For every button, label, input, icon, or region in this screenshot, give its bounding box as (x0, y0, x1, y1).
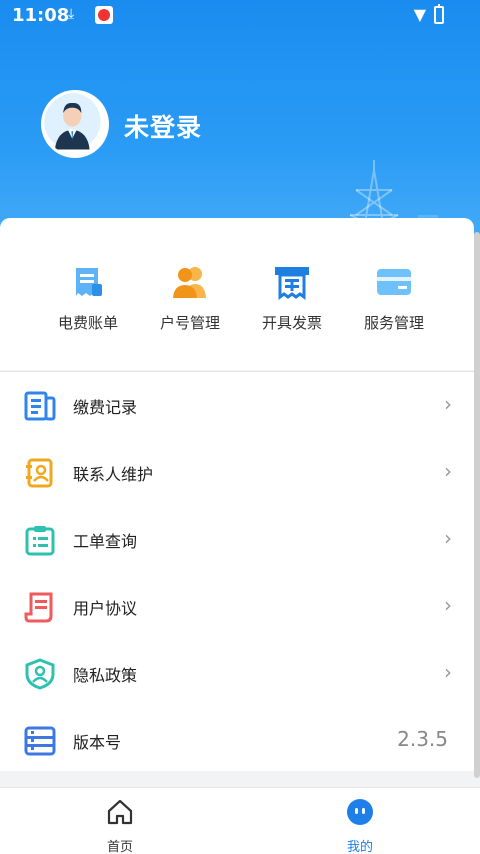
chevron-right-icon: › (444, 593, 452, 617)
bill-icon (76, 268, 102, 296)
invoice-icon (275, 267, 309, 300)
quick-action-invoice[interactable]: 开具发票 (242, 264, 342, 333)
chevron-right-icon: › (444, 459, 452, 483)
home-icon (107, 799, 133, 825)
settings-menu-list: 缴费记录 › 联系人维护 › 工单查询 › 用户协议 › 隐私政策 › 版本号 … (0, 371, 474, 771)
menu-item-label: 工单查询 (73, 532, 138, 551)
status-time: 11:08 (12, 5, 70, 26)
payment-record-icon (24, 391, 56, 421)
quick-action-label: 服务管理 (363, 314, 424, 332)
menu-item-contacts[interactable]: 联系人维护 › (0, 439, 474, 506)
menu-item-label: 联系人维护 (73, 465, 154, 484)
version-icon (24, 726, 56, 756)
nav-tab-home[interactable]: 首页 (80, 798, 160, 854)
privacy-shield-icon (25, 658, 55, 690)
nav-tab-my[interactable]: 我的 (320, 798, 400, 854)
agreement-icon (24, 592, 53, 623)
menu-item-version: 版本号 2.3.5 (0, 707, 474, 774)
menu-item-privacy-policy[interactable]: 隐私政策 › (0, 640, 474, 707)
quick-actions-card: 电费账单 户号管理 开具发票 服务管理 (0, 218, 474, 370)
card-icon (377, 269, 411, 295)
login-status-label[interactable]: 未登录 (124, 108, 202, 144)
quick-action-service[interactable]: 服务管理 (344, 264, 444, 333)
menu-item-payment-records[interactable]: 缴费记录 › (0, 372, 474, 439)
bottom-navigation: 首页 我的 (0, 787, 480, 854)
download-arrow-icon: ⤓ (68, 6, 75, 22)
chevron-right-icon: › (444, 392, 452, 416)
quick-action-account[interactable]: 户号管理 (140, 264, 240, 333)
battery-charging-icon (434, 4, 444, 24)
my-face-icon (347, 799, 373, 825)
user-avatar-icon[interactable] (41, 90, 109, 158)
menu-item-user-agreement[interactable]: 用户协议 › (0, 573, 474, 640)
quick-action-label: 电费账单 (57, 314, 118, 332)
app-notification-icon (95, 6, 113, 24)
wifi-icon: ▼ (413, 5, 426, 24)
quick-action-label: 户号管理 (159, 314, 220, 332)
chevron-right-icon: › (444, 526, 452, 550)
clipboard-icon (25, 526, 55, 556)
quick-action-bill[interactable]: 电费账单 (38, 264, 138, 333)
chevron-right-icon: › (444, 660, 452, 684)
menu-item-label: 版本号 (73, 733, 122, 752)
menu-item-label: 缴费记录 (73, 398, 138, 417)
contacts-icon (26, 458, 53, 488)
users-icon (173, 267, 206, 298)
status-bar: 11:08 ⤓ ▼ (0, 0, 480, 32)
scrollbar[interactable] (474, 232, 480, 778)
menu-item-label: 隐私政策 (73, 666, 138, 685)
version-value: 2.3.5 (397, 727, 448, 751)
menu-item-work-orders[interactable]: 工单查询 › (0, 506, 474, 573)
menu-item-label: 用户协议 (73, 599, 138, 618)
nav-tab-label: 我的 (346, 840, 373, 854)
nav-tab-label: 首页 (106, 840, 133, 854)
quick-action-label: 开具发票 (261, 314, 322, 332)
